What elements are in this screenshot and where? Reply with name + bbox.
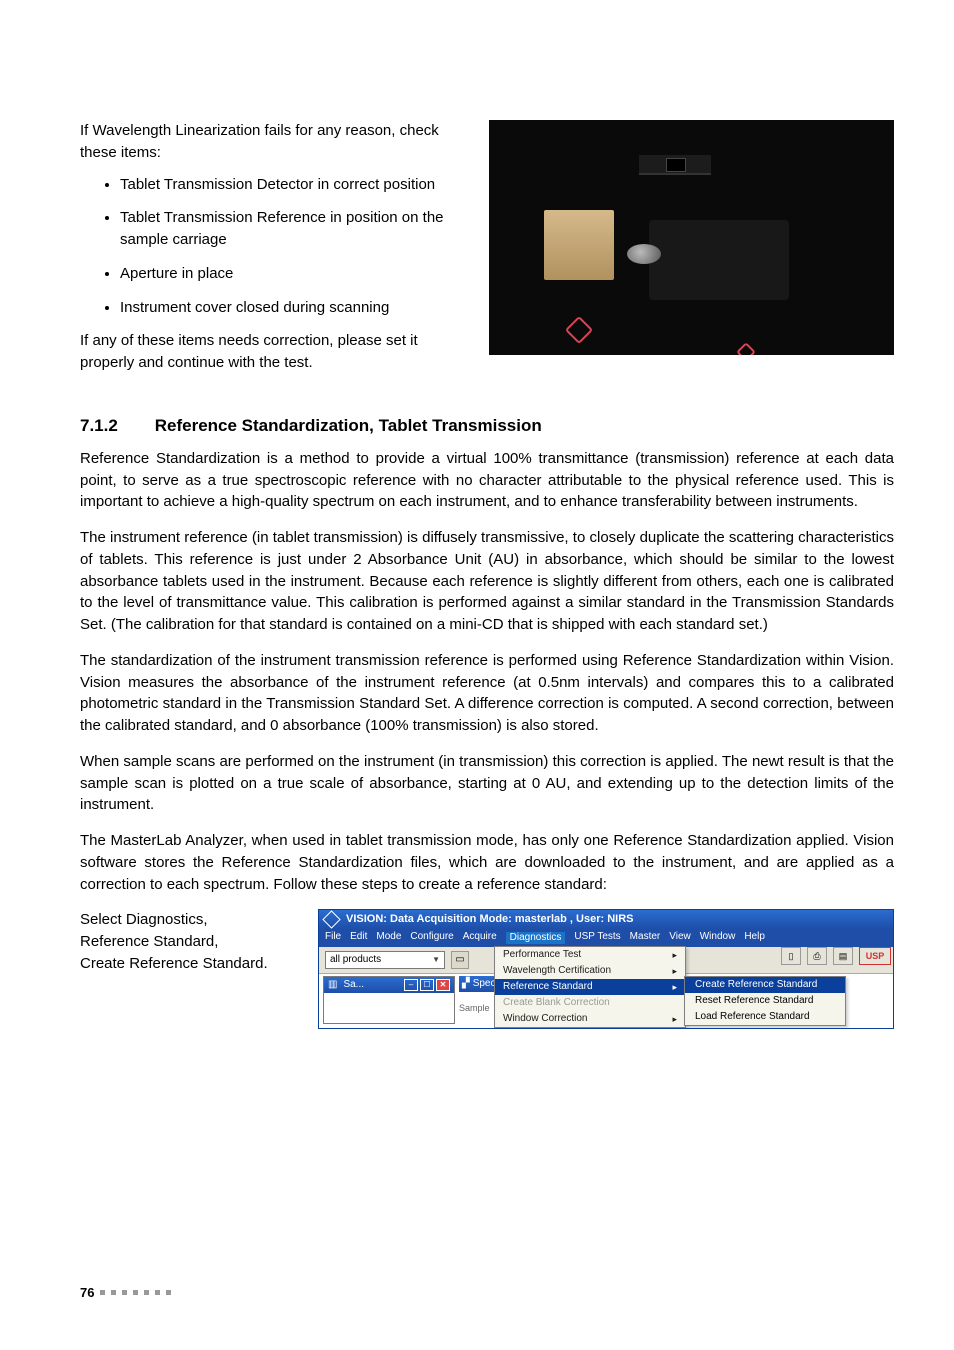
menu-configure[interactable]: Configure [410, 932, 453, 944]
menu-acquire[interactable]: Acquire [463, 932, 497, 944]
outro-paragraph: If any of these items needs correction, … [80, 330, 465, 374]
menu-item-performance-test[interactable]: Performance Test▸ [495, 947, 685, 963]
menu-mode[interactable]: Mode [376, 932, 401, 944]
sheet-icon[interactable]: ▤ [833, 947, 853, 965]
diagnostics-dropdown[interactable]: Performance Test▸ Wavelength Certificati… [494, 946, 686, 1028]
product-selector[interactable]: all products ▼ [325, 951, 445, 969]
window-titlebar: VISION: Data Acquisition Mode: masterlab… [319, 910, 893, 929]
list-item: Instrument cover closed during scanning [120, 297, 465, 319]
body-paragraph: Reference Standardization is a method to… [80, 448, 894, 513]
menu-edit[interactable]: Edit [350, 932, 367, 944]
section-heading: 7.1.2 Reference Standardization, Tablet … [80, 416, 894, 436]
menu-view[interactable]: View [669, 932, 691, 944]
body-paragraph: The MasterLab Analyzer, when used in tab… [80, 830, 894, 895]
instrument-photo [489, 120, 894, 355]
chevron-down-icon: ▼ [432, 956, 440, 964]
menu-file[interactable]: File [325, 932, 341, 944]
instruction-text: Select Diagnostics, Reference Standard, … [80, 909, 290, 1029]
print-icon[interactable]: ⎙ [807, 947, 827, 965]
product-selector-value: all products [330, 955, 381, 965]
menu-window[interactable]: Window [700, 932, 736, 944]
list-item: Tablet Transmission Reference in positio… [120, 207, 465, 251]
submenu-reset-reference-standard[interactable]: Reset Reference Standard [685, 993, 845, 1009]
close-icon[interactable]: ✕ [436, 979, 450, 991]
intro-paragraph: If Wavelength Linearization fails for an… [80, 120, 465, 164]
submenu-load-reference-standard[interactable]: Load Reference Standard [685, 1009, 845, 1025]
body-paragraph: The instrument reference (in tablet tran… [80, 527, 894, 636]
clipboard-icon[interactable]: ▯ [781, 947, 801, 965]
menu-item-window-correction[interactable]: Window Correction▸ [495, 1011, 685, 1027]
chart-icon: ▞ [462, 979, 470, 989]
check-items-list: Tablet Transmission Detector in correct … [80, 174, 465, 319]
menu-bar[interactable]: File Edit Mode Configure Acquire Diagnos… [319, 929, 893, 947]
section-title: Reference Standardization, Tablet Transm… [155, 416, 542, 435]
usp-button[interactable]: USP [859, 947, 891, 965]
vision-screenshot: VISION: Data Acquisition Mode: masterlab… [318, 909, 894, 1029]
sample-label: Sample [459, 1004, 490, 1013]
body-paragraph: The standardization of the instrument tr… [80, 650, 894, 737]
menu-item-wavelength-certification[interactable]: Wavelength Certification▸ [495, 963, 685, 979]
right-toolbar: ▯ ⎙ ▤ USP [781, 947, 891, 965]
section-number: 7.1.2 [80, 416, 150, 436]
menu-usp-tests[interactable]: USP Tests [574, 932, 620, 944]
menu-item-create-blank-correction: Create Blank Correction [495, 995, 685, 1011]
page-footer: 76 [80, 1285, 171, 1300]
list-item: Aperture in place [120, 263, 465, 285]
list-item: Tablet Transmission Detector in correct … [120, 174, 465, 196]
inner-window[interactable]: ▥ Sa... – ☐ ✕ [323, 976, 455, 1024]
maximize-icon[interactable]: ☐ [420, 979, 434, 991]
menu-master[interactable]: Master [630, 932, 661, 944]
menu-diagnostics[interactable]: Diagnostics [506, 932, 566, 944]
page-number: 76 [80, 1285, 94, 1300]
inner-window-title: Sa... [343, 980, 364, 990]
doc-icon: ▥ [328, 980, 337, 990]
app-logo-icon [322, 911, 340, 929]
toolbar-doc-icon[interactable]: ▭ [451, 951, 469, 969]
body-paragraph: When sample scans are performed on the i… [80, 751, 894, 816]
submenu-create-reference-standard[interactable]: Create Reference Standard [685, 977, 845, 993]
window-title: VISION: Data Acquisition Mode: masterlab… [346, 914, 633, 925]
menu-help[interactable]: Help [744, 932, 765, 944]
minimize-icon[interactable]: – [404, 979, 418, 991]
menu-item-reference-standard[interactable]: Reference Standard▸ [495, 979, 685, 995]
reference-standard-submenu[interactable]: Create Reference Standard Reset Referenc… [684, 976, 846, 1026]
